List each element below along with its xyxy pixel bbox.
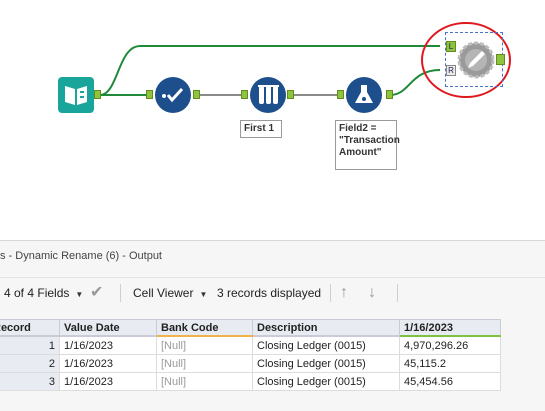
record-number: 3 bbox=[0, 372, 60, 391]
sample-output-anchor[interactable] bbox=[287, 90, 294, 99]
value-date-cell[interactable]: 1/16/2023 bbox=[59, 354, 157, 373]
toolbar-divider bbox=[120, 284, 121, 302]
column-header-description[interactable]: Description bbox=[252, 319, 400, 337]
sample-input-anchor[interactable] bbox=[241, 90, 248, 99]
dynamic-rename-left-anchor[interactable]: L bbox=[446, 41, 456, 52]
bank-code-cell[interactable]: [Null] bbox=[156, 354, 253, 373]
table-header-row: Record Value Date Bank Code Description … bbox=[0, 319, 501, 337]
select-output-anchor[interactable] bbox=[193, 90, 200, 99]
description-cell[interactable]: Closing Ledger (0015) bbox=[252, 372, 400, 391]
table-row[interactable]: 1 1/16/2023 [Null] Closing Ledger (0015)… bbox=[0, 335, 501, 355]
record-number: 1 bbox=[0, 335, 60, 355]
record-number: 2 bbox=[0, 354, 60, 373]
test-tubes-icon bbox=[258, 85, 279, 104]
formula-tool[interactable] bbox=[346, 77, 382, 113]
bank-code-cell[interactable]: [Null] bbox=[156, 335, 253, 355]
amount-cell[interactable]: 45,454.56 bbox=[399, 372, 501, 391]
column-header-amount[interactable]: 1/16/2023 bbox=[399, 319, 501, 337]
toolbar-divider bbox=[397, 284, 398, 302]
arrow-down-icon[interactable]: ↓ bbox=[368, 278, 376, 308]
checkmark-icon bbox=[162, 87, 184, 103]
description-cell[interactable]: Closing Ledger (0015) bbox=[252, 354, 400, 373]
book-icon bbox=[65, 86, 87, 105]
table-row[interactable]: 3 1/16/2023 [Null] Closing Ledger (0015)… bbox=[0, 372, 501, 391]
gear-pencil-icon bbox=[457, 41, 495, 79]
cell-viewer-label: Cell Viewer bbox=[133, 286, 194, 300]
cell-viewer-dropdown[interactable]: Cell Viewer ▼ bbox=[133, 278, 207, 308]
results-table: Record Value Date Bank Code Description … bbox=[0, 319, 501, 391]
formula-annotation: Field2 = "Transaction Amount" bbox=[335, 120, 400, 170]
description-cell[interactable]: Closing Ledger (0015) bbox=[252, 335, 400, 355]
results-window: s - Dynamic Rename (6) - Output 4 of 4 F… bbox=[0, 240, 545, 411]
connection-formula-to-rename-right bbox=[389, 69, 441, 96]
value-date-cell[interactable]: 1/16/2023 bbox=[59, 372, 157, 391]
dynamic-rename-right-anchor[interactable]: R bbox=[446, 65, 456, 76]
column-header-value-date[interactable]: Value Date bbox=[59, 319, 157, 337]
input-data-tool[interactable] bbox=[58, 77, 94, 113]
bank-code-cell[interactable]: [Null] bbox=[156, 372, 253, 391]
arrow-up-icon[interactable]: ↑ bbox=[340, 278, 348, 308]
fields-dropdown-label: 4 of 4 Fields bbox=[4, 286, 70, 300]
column-header-record[interactable]: Record bbox=[0, 319, 60, 337]
results-toolbar: 4 of 4 Fields ▼ ✔ Cell Viewer ▼ 3 records … bbox=[0, 277, 545, 308]
value-date-cell[interactable]: 1/16/2023 bbox=[59, 335, 157, 355]
formula-annotation-line2: "Transaction bbox=[339, 135, 400, 146]
fields-dropdown[interactable]: 4 of 4 Fields ▼ bbox=[4, 278, 83, 308]
chevron-down-icon: ▼ bbox=[199, 290, 208, 299]
sample-annotation: First 1 bbox=[240, 120, 282, 138]
records-count: 3 records displayed bbox=[217, 286, 322, 300]
results-title: s - Dynamic Rename (6) - Output bbox=[0, 250, 162, 262]
apply-check-icon[interactable]: ✔ bbox=[90, 278, 103, 308]
amount-cell[interactable]: 4,970,296.26 bbox=[399, 335, 501, 355]
workflow-canvas[interactable]: First 1 Field2 = "Transaction Amount" L … bbox=[0, 0, 545, 235]
sample-tool[interactable] bbox=[250, 77, 286, 113]
select-tool[interactable] bbox=[155, 77, 191, 113]
dynamic-rename-output-anchor[interactable] bbox=[496, 54, 505, 65]
select-input-anchor[interactable] bbox=[146, 90, 153, 99]
flask-icon bbox=[355, 85, 373, 103]
chevron-down-icon: ▼ bbox=[75, 290, 84, 299]
table-row[interactable]: 2 1/16/2023 [Null] Closing Ledger (0015)… bbox=[0, 354, 501, 373]
formula-input-anchor[interactable] bbox=[337, 90, 344, 99]
formula-output-anchor[interactable] bbox=[386, 90, 393, 99]
amount-cell[interactable]: 45,115.2 bbox=[399, 354, 501, 373]
column-header-bank-code[interactable]: Bank Code bbox=[156, 319, 253, 337]
toolbar-divider bbox=[330, 284, 331, 302]
input-output-anchor[interactable] bbox=[94, 90, 101, 99]
formula-annotation-line1: Field2 = bbox=[339, 123, 377, 134]
dynamic-rename-tool[interactable] bbox=[456, 40, 496, 80]
formula-annotation-line3: Amount" bbox=[339, 147, 382, 158]
